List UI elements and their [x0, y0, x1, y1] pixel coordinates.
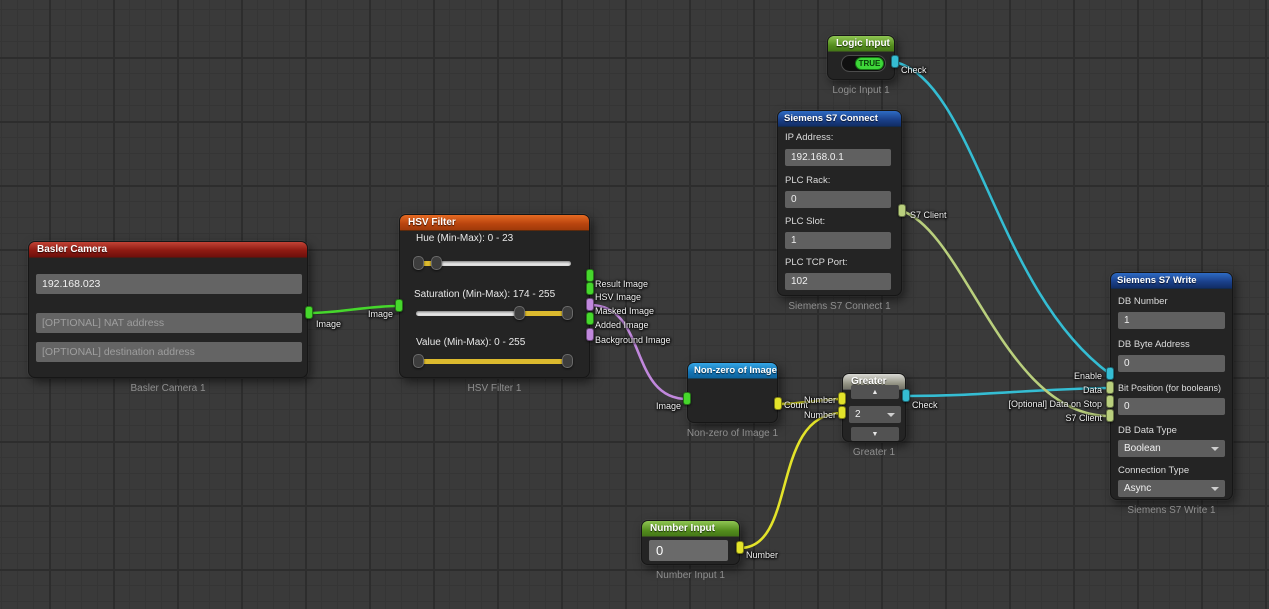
- node-editor-canvas[interactable]: Basler Camera Basler Camera 1 HSV Filter…: [0, 0, 1269, 609]
- label-s7connect-out: S7 Client: [910, 210, 947, 220]
- port-nonzero-count-out[interactable]: [774, 397, 782, 410]
- port-numberinput-number-out[interactable]: [736, 541, 744, 554]
- port-s7write-data-in[interactable]: [1106, 381, 1114, 394]
- wire-greater-check-to-data[interactable]: [906, 388, 1110, 396]
- label-numberinput-out: Number: [746, 550, 778, 560]
- label-logicinput-out: Check: [901, 65, 927, 75]
- port-greater-check-out[interactable]: [902, 389, 910, 402]
- label-s7write-enable-in: Enable: [1074, 371, 1102, 381]
- label-greater-number2-in: Number: [804, 410, 836, 420]
- wire-numberinput-to-greater[interactable]: [740, 413, 842, 548]
- label-hsv-hsv-out: HSV Image: [595, 292, 641, 302]
- port-basler-image-out[interactable]: [305, 306, 313, 319]
- label-s7write-data-in: Data: [1083, 385, 1102, 395]
- label-hsv-image-in: Image: [368, 309, 393, 319]
- port-hsv-image-in[interactable]: [395, 299, 403, 312]
- port-logicinput-check-out[interactable]: [891, 55, 899, 68]
- port-s7write-dataonstop-in[interactable]: [1106, 395, 1114, 408]
- label-hsv-added-out: Added Image: [595, 320, 649, 330]
- port-hsv-background-image-out[interactable]: [586, 328, 594, 341]
- wires-layer: [0, 0, 1269, 609]
- label-greater-number1-in: Number: [804, 395, 836, 405]
- label-s7write-client-in: S7 Client: [1065, 413, 1102, 423]
- wire-s7client-to-s7client[interactable]: [902, 211, 1110, 416]
- label-hsv-result-out: Result Image: [595, 279, 648, 289]
- port-hsv-result-image-out[interactable]: [586, 269, 594, 282]
- port-greater-number2-in[interactable]: [838, 406, 846, 419]
- port-s7write-client-in[interactable]: [1106, 409, 1114, 422]
- port-hsv-masked-image-out[interactable]: [586, 298, 594, 311]
- label-greater-check-out: Check: [912, 400, 938, 410]
- wire-numberinput-to-greater-shadow: [740, 413, 842, 548]
- port-s7connect-client-out[interactable]: [898, 204, 906, 217]
- label-hsv-background-out: Background Image: [595, 335, 671, 345]
- port-nonzero-image-in[interactable]: [683, 392, 691, 405]
- port-hsv-added-image-out[interactable]: [586, 312, 594, 325]
- label-basler-image-out: Image: [316, 319, 341, 329]
- port-s7write-enable-in[interactable]: [1106, 367, 1114, 380]
- port-greater-number1-in[interactable]: [838, 392, 846, 405]
- label-hsv-masked-out: Masked Image: [595, 306, 654, 316]
- label-s7write-stop-in: [Optional] Data on Stop: [1008, 399, 1102, 409]
- port-hsv-hsv-image-out[interactable]: [586, 282, 594, 295]
- wire-s7client-to-s7client-shadow: [902, 211, 1110, 416]
- label-nonzero-image-in: Image: [656, 401, 681, 411]
